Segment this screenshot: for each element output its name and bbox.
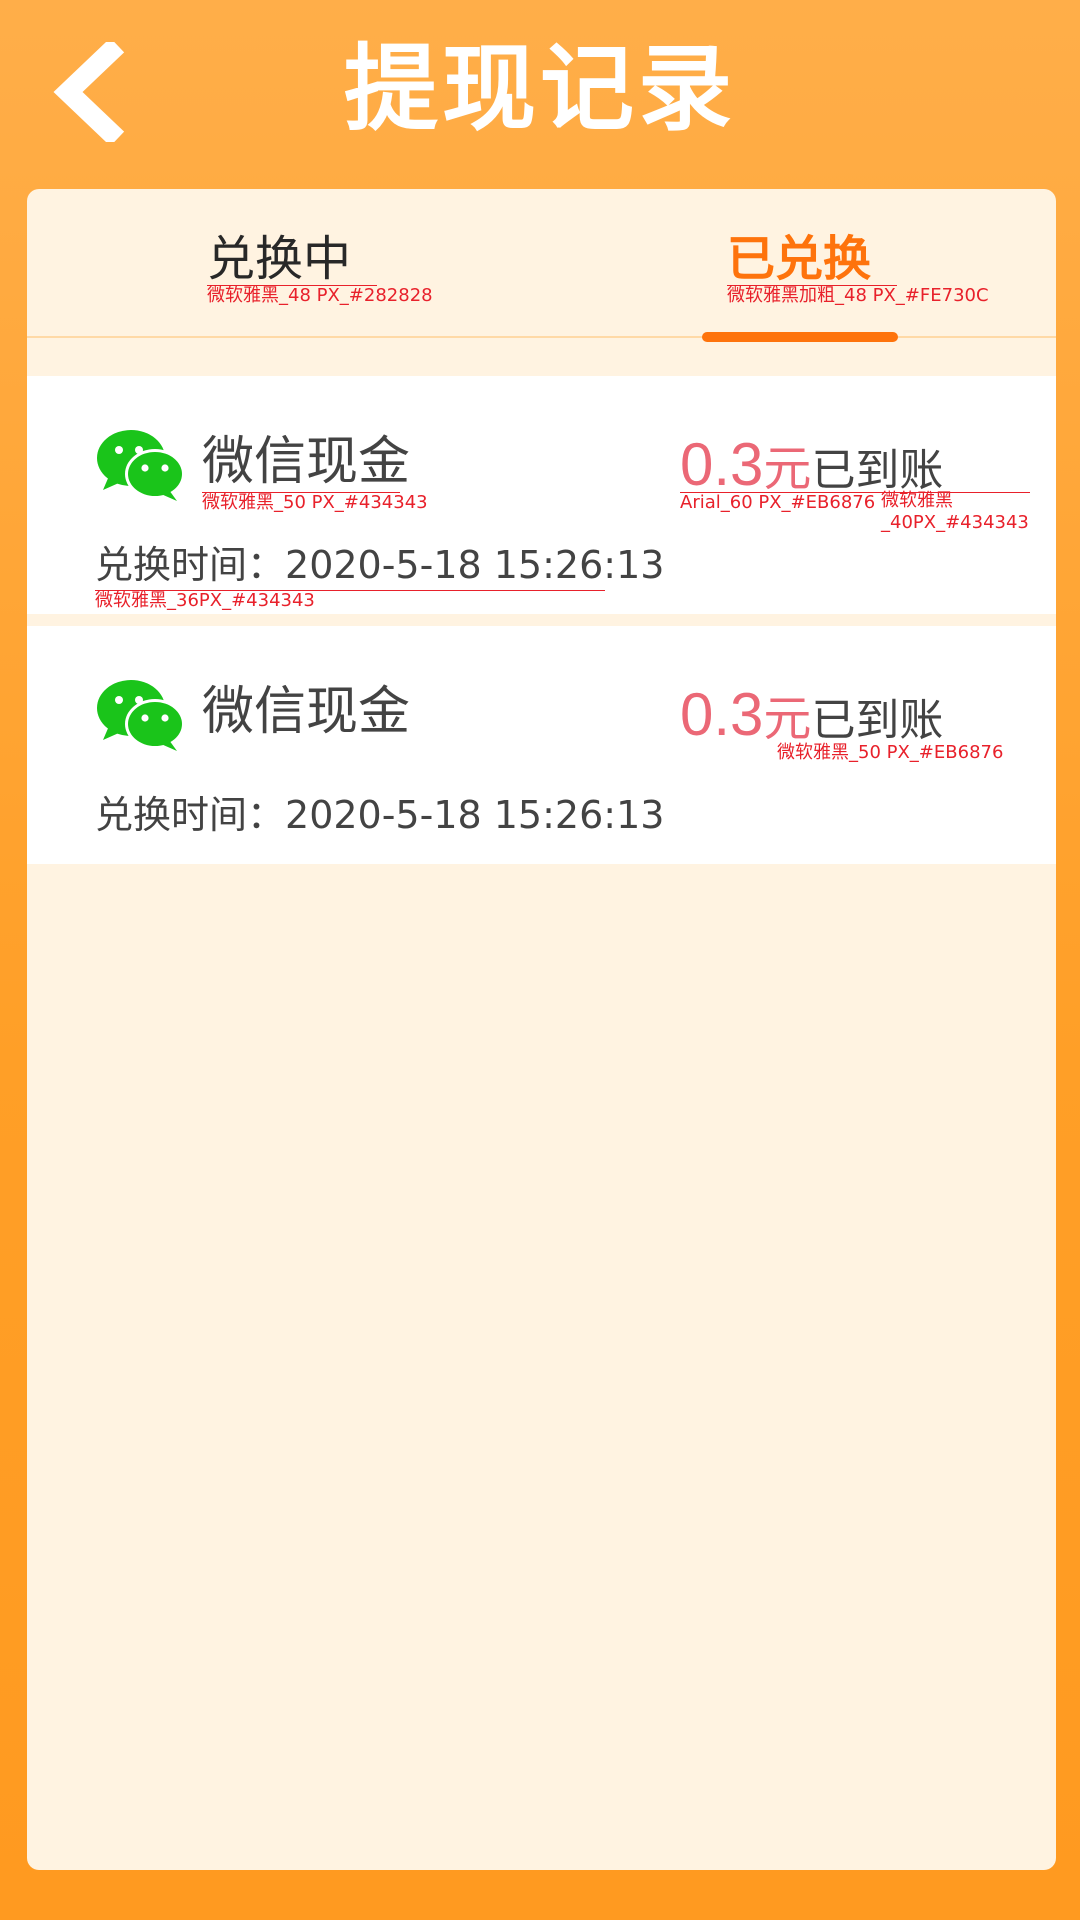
tab-divider [27,336,1056,338]
annotation-note: 微软雅黑 [881,490,953,511]
time-value: 2020-5-18 15:26:13 [285,543,665,587]
annotation-note: 微软雅黑加粗_48 PX_#FE730C [727,285,989,306]
tab-bar: 兑换中 微软雅黑_48 PX_#282828 已兑换 微软雅黑加粗_48 PX_… [27,189,1056,342]
time-value: 2020-5-18 15:26:13 [285,793,665,837]
tab-completed[interactable]: 已兑换 [727,229,871,289]
wechat-icon [97,430,185,501]
record-title: 微信现金 [202,432,411,492]
record-title: 微信现金 [202,682,411,742]
record-time: 兑换时间：2020-5-18 15:26:13 [95,540,664,590]
time-label: 兑换时间： [95,793,286,837]
record-card[interactable]: 微信现金 微软雅黑_50 PX_#434343 0.3元已到账 Arial_60… [27,376,1056,614]
annotation-note: Arial_60 PX_#EB6876 [680,492,876,513]
record-amount: 0.3 [680,681,764,748]
annotation-note: 微软雅黑_48 PX_#282828 [207,285,433,306]
header-bar: 提现记录 [0,0,1080,180]
tab-pending[interactable]: 兑换中 [207,229,351,289]
annotation-note: _40PX_#434343 [881,512,1029,533]
annotation-note: 微软雅黑_36PX_#434343 [95,590,315,611]
time-label: 兑换时间： [95,543,286,587]
record-card[interactable]: 微信现金 0.3元已到账 微软雅黑_50 PX_#EB6876 兑换时间：202… [27,626,1056,864]
wechat-icon [97,680,185,751]
record-amount-unit: 元 [763,441,812,497]
record-amount-unit: 元 [763,691,812,747]
annotation-note: 微软雅黑_50 PX_#EB6876 [777,742,1004,763]
annotation-note: 微软雅黑_50 PX_#434343 [202,492,428,513]
record-status: 已到账 [811,695,944,746]
active-tab-indicator [702,332,898,342]
page-title: 提现记录 [343,35,736,144]
records-panel: 兑换中 微软雅黑_48 PX_#282828 已兑换 微软雅黑加粗_48 PX_… [27,189,1056,1870]
record-amount: 0.3 [680,431,764,498]
record-time: 兑换时间：2020-5-18 15:26:13 [95,790,664,840]
record-status: 已到账 [811,445,944,496]
